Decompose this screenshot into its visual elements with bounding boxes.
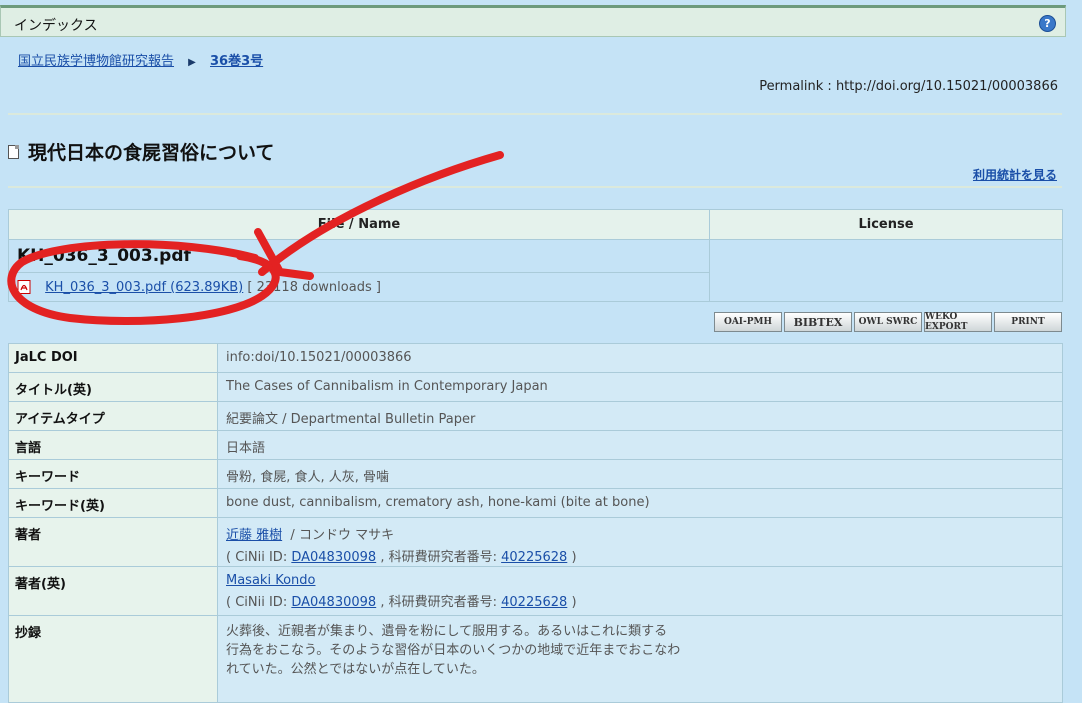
close-paren: ): [571, 595, 577, 610]
field-label: 言語: [8, 430, 218, 460]
author-kana: コンドウ マサキ: [298, 528, 395, 543]
download-count: [ 23118 downloads ]: [247, 279, 381, 295]
index-bar: インデックス ?: [0, 5, 1066, 37]
abstract-line: 行為をおこなう。そのような習俗が日本のいくつかの地域で近年までおこなわ: [226, 643, 681, 658]
kaken-id-link[interactable]: 40225628: [501, 595, 567, 610]
field-value: 日本語: [217, 430, 1063, 460]
file-name: KH_036_3_003.pdf: [8, 239, 710, 273]
col-header-license: License: [709, 209, 1063, 240]
weko-export-button[interactable]: WEKO EXPORT: [924, 312, 992, 332]
field-label: 抄録: [8, 615, 218, 703]
breadcrumb: 国立民族学博物館研究報告 ▶ 36巻3号: [18, 50, 263, 69]
owl-swrc-button[interactable]: OWL SWRC: [854, 312, 922, 332]
index-title: インデックス: [14, 18, 98, 34]
abstract-line: 火葬後、近親者が集まり、遺骨を粉にして服用する。あるいはこれに類する: [226, 624, 668, 639]
close-paren: ): [571, 550, 577, 565]
oai-pmh-button[interactable]: OAI-PMH: [714, 312, 782, 332]
abstract-value: 火葬後、近親者が集まり、遺骨を粉にして服用する。あるいはこれに類する 行為をおこ…: [217, 615, 1063, 703]
usage-stats-link[interactable]: 利用統計を見る: [973, 166, 1057, 183]
field-value: info:doi/10.15021/00003866: [217, 343, 1063, 373]
author-en-name-link[interactable]: Masaki Kondo: [226, 573, 315, 588]
field-value: The Cases of Cannibalism in Contemporary…: [217, 372, 1063, 402]
breadcrumb-journal-link[interactable]: 国立民族学博物館研究報告: [18, 54, 174, 69]
col-header-file: File / Name: [8, 209, 710, 240]
author-sep: /: [290, 528, 295, 543]
document-icon: [8, 144, 19, 159]
page-title-text: 現代日本の食屍習俗について: [28, 142, 275, 164]
help-icon[interactable]: ?: [1039, 15, 1056, 32]
breadcrumb-issue-link[interactable]: 36巻3号: [210, 54, 263, 69]
cinii-id-link[interactable]: DA04830098: [291, 595, 376, 610]
abstract-line: れていた。公然とではないが点在していた。: [226, 662, 485, 677]
field-label: アイテムタイプ: [8, 401, 218, 431]
print-button[interactable]: PRINT: [994, 312, 1062, 332]
breadcrumb-arrow-icon: ▶: [188, 57, 196, 68]
field-value: 紀要論文 / Departmental Bulletin Paper: [217, 401, 1063, 431]
field-label: キーワード: [8, 459, 218, 489]
field-label: キーワード(英): [8, 488, 218, 518]
divider: [8, 113, 1062, 115]
divider: [8, 186, 1062, 188]
field-label: JaLC DOI: [8, 343, 218, 373]
files-table: File / Name License KH_036_3_003.pdf KH_…: [8, 209, 1063, 302]
pdf-icon: [17, 280, 31, 294]
field-label: 著者(英): [8, 566, 218, 616]
author-en-value: Masaki Kondo ( CiNii ID: DA04830098 , 科研…: [217, 566, 1063, 616]
export-buttons: OAI-PMH BIBTEX OWL SWRC WEKO EXPORT PRIN…: [714, 312, 1062, 332]
field-label: タイトル(英): [8, 372, 218, 402]
kaken-label: , 科研費研究者番号:: [380, 550, 497, 565]
cinii-label: ( CiNii ID:: [226, 595, 288, 610]
author-value: 近藤 雅樹 / コンドウ マサキ ( CiNii ID: DA04830098 …: [217, 517, 1063, 567]
cinii-label: ( CiNii ID:: [226, 550, 288, 565]
kaken-label: , 科研費研究者番号:: [380, 595, 497, 610]
page-title: 現代日本の食屍習俗について: [8, 138, 274, 165]
field-value: 骨粉, 食屍, 食人, 人灰, 骨噛: [217, 459, 1063, 489]
license-cell: [709, 239, 1063, 302]
kaken-id-link[interactable]: 40225628: [501, 550, 567, 565]
cinii-id-link[interactable]: DA04830098: [291, 550, 376, 565]
permalink: Permalink : http://doi.org/10.15021/0000…: [759, 79, 1058, 94]
author-name-link[interactable]: 近藤 雅樹: [226, 528, 282, 543]
field-value: bone dust, cannibalism, crematory ash, h…: [217, 488, 1063, 518]
field-label: 著者: [8, 517, 218, 567]
file-link-row: KH_036_3_003.pdf (623.89KB) [ 23118 down…: [8, 272, 710, 302]
bibtex-button[interactable]: BIBTEX: [784, 312, 852, 332]
metadata-table: JaLC DOI info:doi/10.15021/00003866 タイトル…: [8, 343, 1063, 703]
pdf-download-link[interactable]: KH_036_3_003.pdf (623.89KB): [45, 280, 243, 295]
